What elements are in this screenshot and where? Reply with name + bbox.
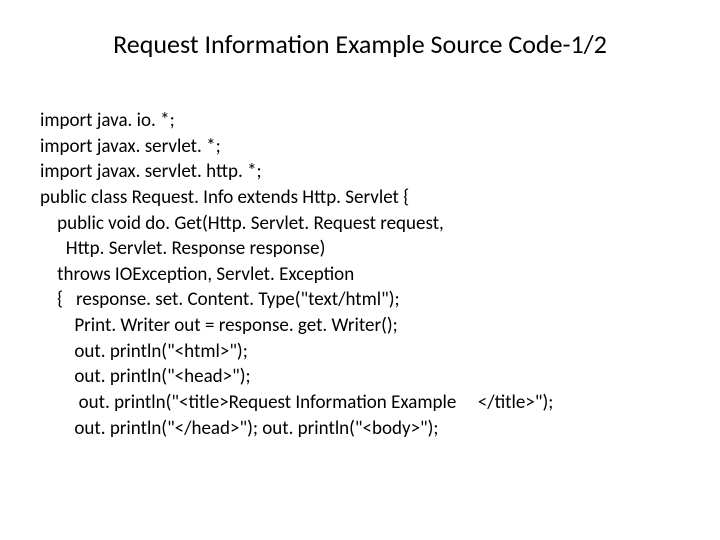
code-line: out. println("<title>Request Information… <box>40 390 680 416</box>
code-line: import javax. servlet. *; <box>40 134 680 160</box>
code-line: public void do. Get(Http. Servlet. Reque… <box>40 211 680 237</box>
code-line: import javax. servlet. http. *; <box>40 159 680 185</box>
code-line: Http. Servlet. Response response) <box>40 236 680 262</box>
code-line: { response. set. Content. Type("text/htm… <box>40 287 680 313</box>
slide-title: Request Information Example Source Code-… <box>40 28 680 60</box>
code-line: import java. io. *; <box>40 108 680 134</box>
code-block: import java. io. *; import javax. servle… <box>40 108 680 441</box>
code-line: public class Request. Info extends Http.… <box>40 185 680 211</box>
code-line: out. println("<head>"); <box>40 364 680 390</box>
code-line: throws IOException, Servlet. Exception <box>40 262 680 288</box>
code-line: Print. Writer out = response. get. Write… <box>40 313 680 339</box>
code-line: out. println("<html>"); <box>40 339 680 365</box>
code-line: out. println("</head>"); out. println("<… <box>40 416 680 442</box>
